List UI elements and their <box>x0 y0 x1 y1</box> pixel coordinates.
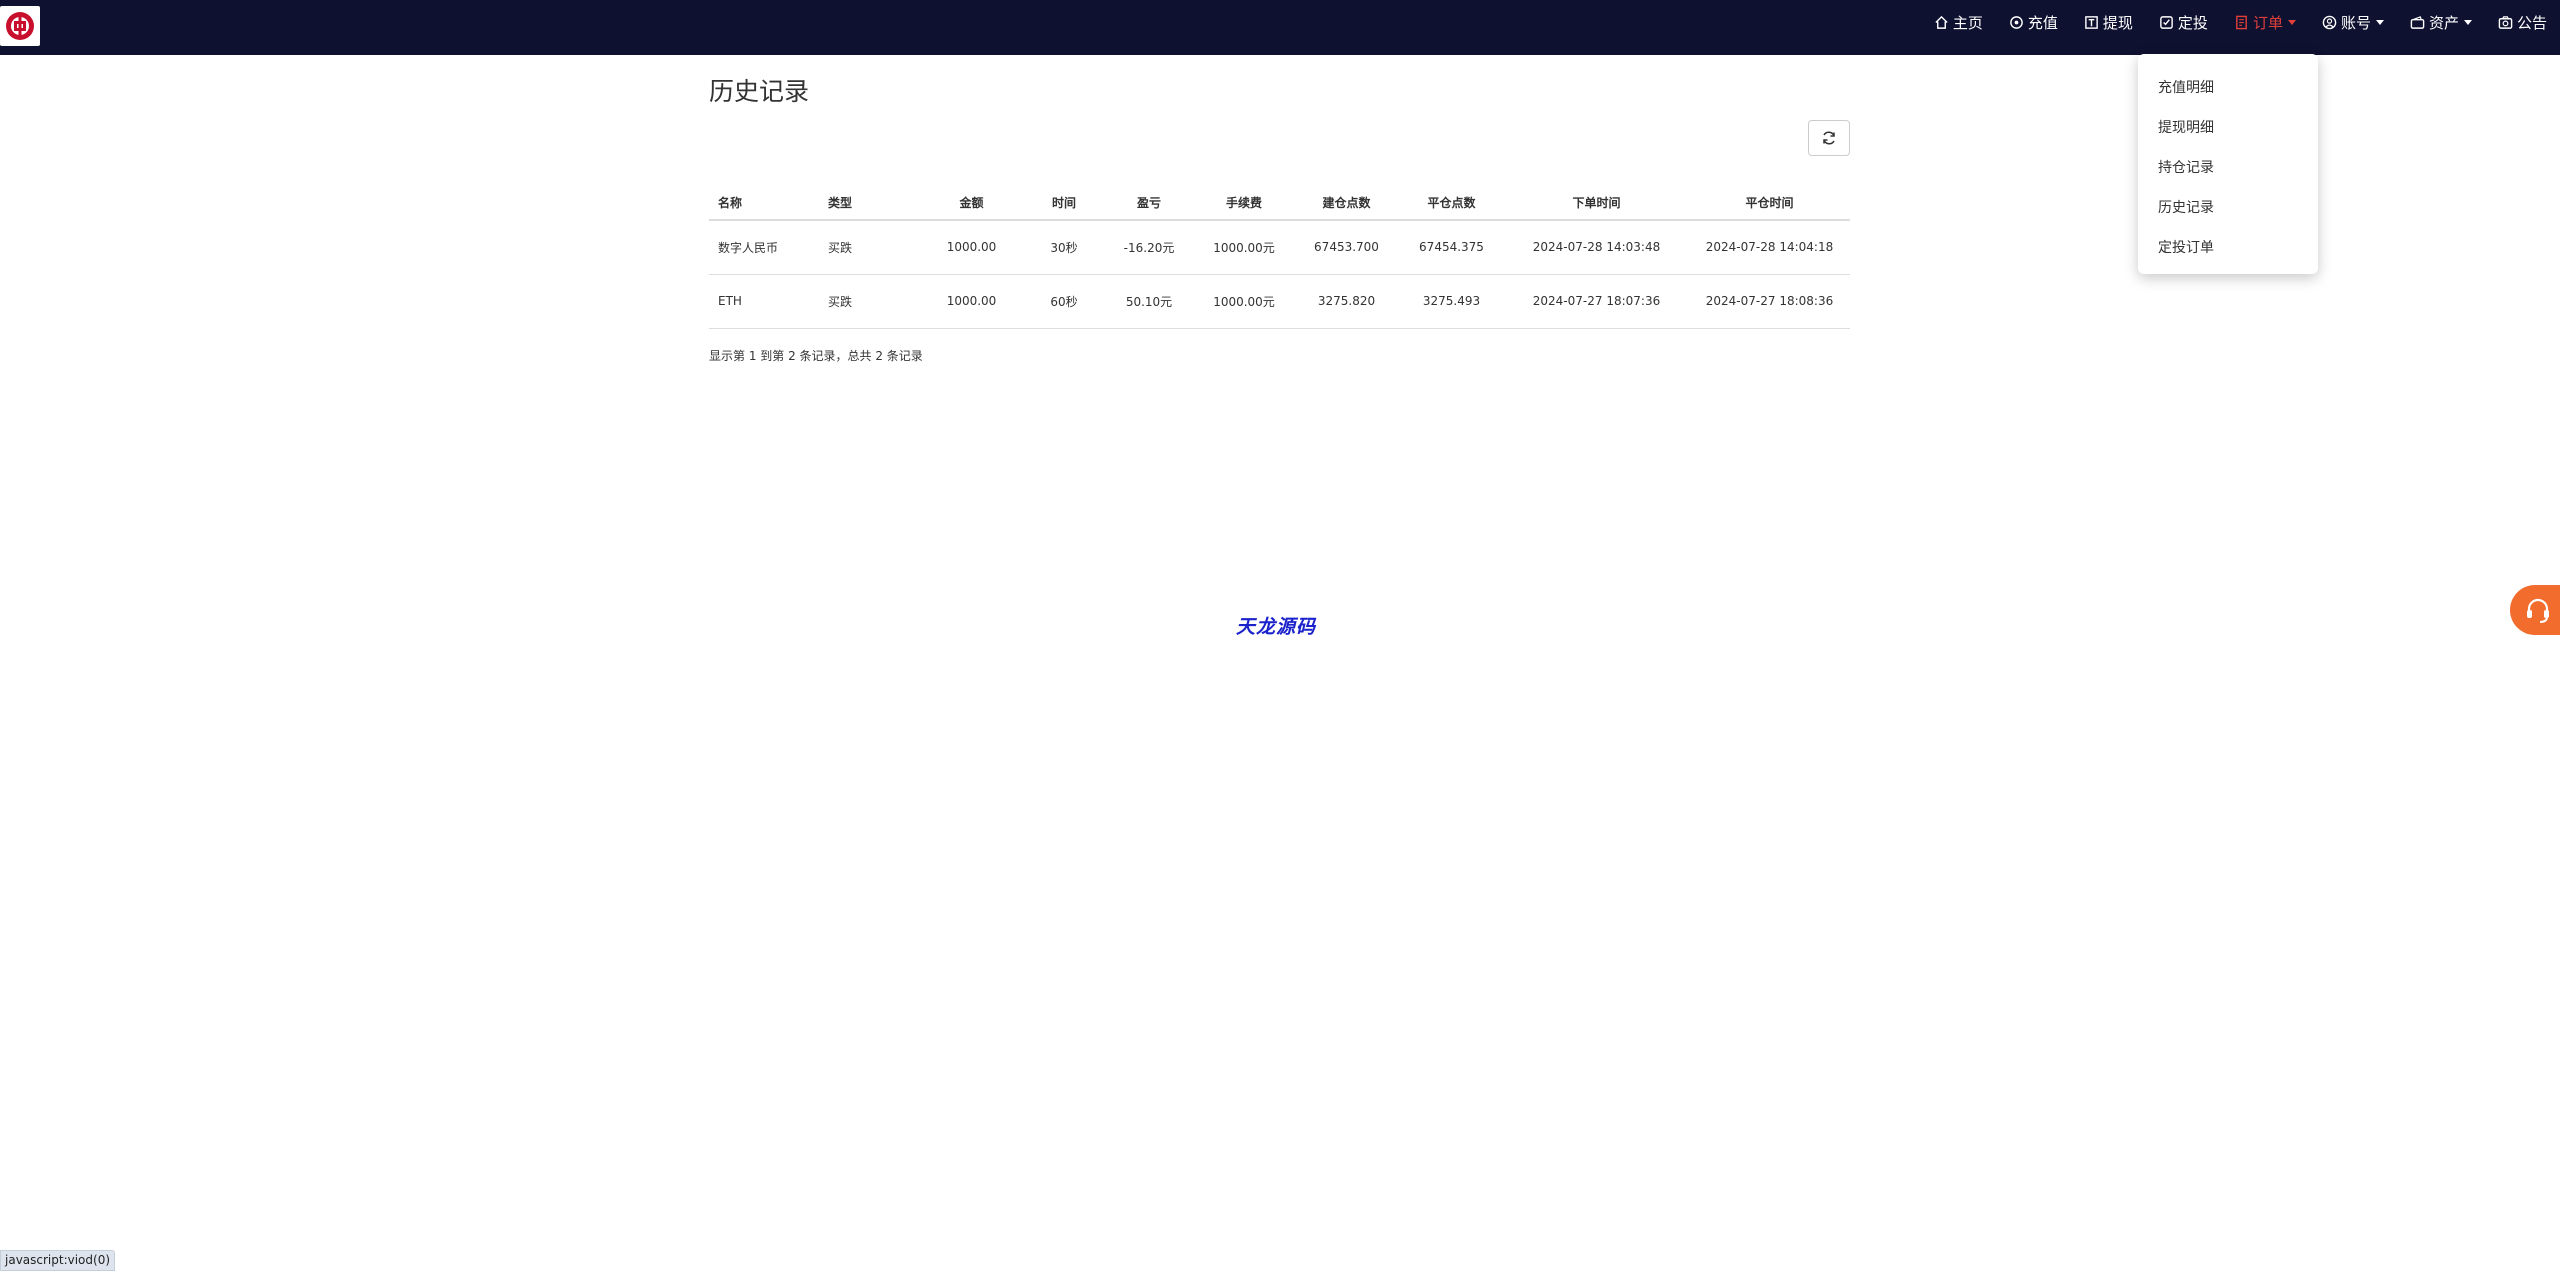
nav-recharge-label: 充值 <box>2027 13 2058 32</box>
dropdown-item-history-records[interactable]: 历史记录 <box>2138 188 2318 228</box>
cell-order-time: 2024-07-27 18:07:36 <box>1504 274 1689 329</box>
col-header-profit-loss[interactable]: 盈亏 <box>1104 186 1194 221</box>
check-square-icon <box>2160 15 2173 29</box>
col-header-amount[interactable]: 金额 <box>919 186 1024 221</box>
cell-time: 30秒 <box>1024 220 1104 275</box>
cell-name: ETH <box>709 274 819 329</box>
nav-withdraw[interactable]: 提现 <box>2071 0 2146 44</box>
headset-icon <box>2527 598 2549 623</box>
nav-withdraw-label: 提现 <box>2102 13 2133 32</box>
refresh-icon <box>1823 131 1835 145</box>
nav-assets[interactable]: 资产 <box>2397 0 2485 44</box>
bank-logo[interactable] <box>0 6 40 46</box>
refresh-button[interactable] <box>1808 120 1850 156</box>
nav-assets-label: 资产 <box>2428 13 2459 32</box>
nav-orders-label: 订单 <box>2252 13 2283 32</box>
nav-fixed-invest[interactable]: 定投 <box>2146 0 2221 44</box>
dropdown-item-position-records[interactable]: 持仓记录 <box>2138 148 2318 188</box>
order-icon <box>2236 15 2247 29</box>
cell-amount: 1000.00 <box>919 220 1024 275</box>
user-icon <box>2322 15 2337 29</box>
nav-notice-label: 公告 <box>2516 13 2547 32</box>
page-title: 历史记录 <box>709 77 810 106</box>
nav-notice[interactable]: 公告 <box>2485 0 2560 44</box>
col-header-order-time[interactable]: 下单时间 <box>1504 186 1689 221</box>
col-header-type[interactable]: 类型 <box>819 186 919 221</box>
cell-type: 买跌 <box>819 274 919 329</box>
col-header-time[interactable]: 时间 <box>1024 186 1104 221</box>
nav-account-label: 账号 <box>2340 13 2371 32</box>
pagination-info: 显示第 1 到第 2 条记录，总共 2 条记录 <box>709 349 923 363</box>
table-header-row: 名称 类型 金额 时间 盈亏 手续费 建仓点数 平仓点数 下单时间 平仓时间 <box>709 186 1850 221</box>
cell-close-price: 67454.375 <box>1399 220 1504 275</box>
cell-open-price: 67453.700 <box>1294 220 1399 275</box>
col-header-open-price[interactable]: 建仓点数 <box>1294 186 1399 221</box>
notice-icon <box>2498 15 2513 29</box>
cell-order-time: 2024-07-28 14:03:48 <box>1504 220 1689 275</box>
history-table: 名称 类型 金额 时间 盈亏 手续费 建仓点数 平仓点数 下单时间 平仓时间 数… <box>709 186 1850 329</box>
cell-time: 60秒 <box>1024 274 1104 329</box>
nav-fixed-invest-label: 定投 <box>2177 13 2208 32</box>
cell-profit-loss: -16.20元 <box>1104 220 1194 275</box>
table-row: ETH 买跌 1000.00 60秒 50.10元 1000.00元 3275.… <box>709 274 1850 329</box>
col-header-close-time[interactable]: 平仓时间 <box>1689 186 1850 221</box>
dropdown-item-fixed-invest-orders[interactable]: 定投订单 <box>2138 228 2318 268</box>
nav-home-label: 主页 <box>1952 13 1983 32</box>
cell-fee: 1000.00元 <box>1194 220 1294 275</box>
cell-open-price: 3275.820 <box>1294 274 1399 329</box>
chevron-down-icon <box>2375 19 2384 25</box>
orders-dropdown-menu: 充值明细 提现明细 持仓记录 历史记录 定投订单 <box>2138 54 2318 274</box>
chevron-down-icon <box>2463 19 2472 25</box>
nav-home[interactable]: 主页 <box>1921 0 1996 44</box>
cell-name: 数字人民币 <box>709 220 819 275</box>
customer-service-button[interactable] <box>2510 585 2560 635</box>
cell-fee: 1000.00元 <box>1194 274 1294 329</box>
dropdown-item-withdraw-detail[interactable]: 提现明细 <box>2138 108 2318 148</box>
top-navbar: 主页 充值 提现 定投 订单 账号 资产 公告 <box>0 0 2560 55</box>
col-header-fee[interactable]: 手续费 <box>1194 186 1294 221</box>
watermark-text: 天龙源码 <box>1236 616 1317 638</box>
cell-profit-loss: 50.10元 <box>1104 274 1194 329</box>
home-icon <box>1935 15 1948 29</box>
cell-amount: 1000.00 <box>919 274 1024 329</box>
dropdown-item-recharge-detail[interactable]: 充值明细 <box>2138 68 2318 108</box>
recharge-icon <box>2010 15 2023 29</box>
browser-status-bar: javascript:viod(0) <box>0 1250 116 1271</box>
nav-menu: 主页 充值 提现 定投 订单 账号 资产 公告 <box>1921 0 2560 44</box>
table-row: 数字人民币 买跌 1000.00 30秒 -16.20元 1000.00元 67… <box>709 220 1850 275</box>
bank-logo-icon <box>6 12 34 40</box>
chevron-down-icon <box>2287 19 2296 25</box>
col-header-close-price[interactable]: 平仓点数 <box>1399 186 1504 221</box>
nav-orders[interactable]: 订单 <box>2221 0 2309 44</box>
col-header-name[interactable]: 名称 <box>709 186 819 221</box>
cell-close-time: 2024-07-27 18:08:36 <box>1689 274 1850 329</box>
cell-type: 买跌 <box>819 220 919 275</box>
cell-close-time: 2024-07-28 14:04:18 <box>1689 220 1850 275</box>
withdraw-icon <box>2085 15 2098 29</box>
nav-recharge[interactable]: 充值 <box>1996 0 2071 44</box>
nav-account[interactable]: 账号 <box>2309 0 2397 44</box>
cell-close-price: 3275.493 <box>1399 274 1504 329</box>
wallet-icon <box>2410 15 2425 29</box>
